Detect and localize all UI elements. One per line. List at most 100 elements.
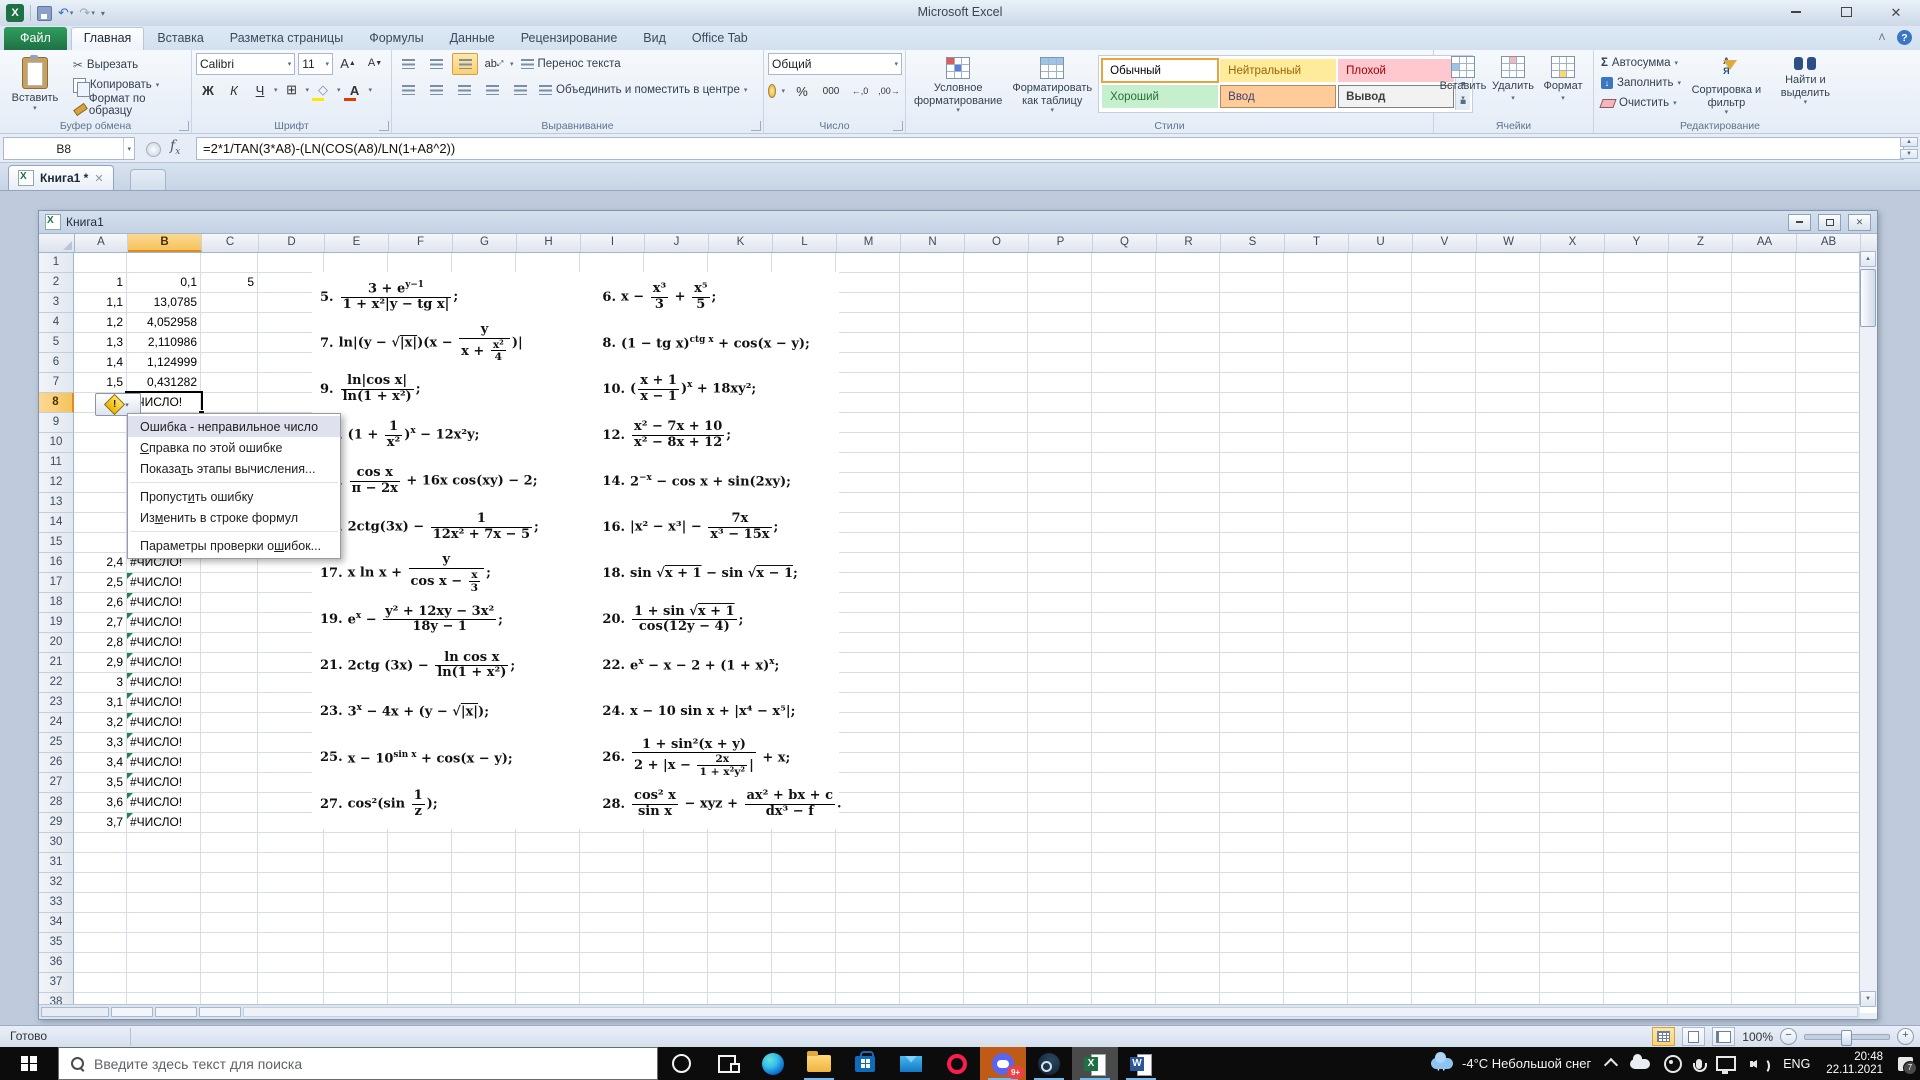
cell-N9[interactable] (900, 413, 964, 433)
language-indicator[interactable]: ENG (1775, 1057, 1818, 1071)
cell-C8[interactable] (201, 393, 258, 413)
cell-A17[interactable]: 2,5 (74, 573, 127, 593)
cell-R18[interactable] (1156, 593, 1220, 613)
cell-J34[interactable] (644, 913, 708, 933)
cell-Y14[interactable] (1604, 513, 1668, 533)
cell-R29[interactable] (1156, 813, 1220, 833)
cell-N26[interactable] (900, 753, 964, 773)
cell-Z37[interactable] (1668, 973, 1732, 993)
cell-Z6[interactable] (1668, 353, 1732, 373)
cell-B32[interactable] (127, 873, 201, 893)
clock[interactable]: 20:48 22.11.2021 (1818, 1051, 1891, 1077)
cell-H30[interactable] (516, 833, 580, 853)
cell-T10[interactable] (1284, 433, 1348, 453)
cell-N32[interactable] (900, 873, 964, 893)
cell-Y23[interactable] (1604, 693, 1668, 713)
vertical-scrollbar[interactable]: ▲ ▼ (1859, 251, 1877, 1007)
cell-U27[interactable] (1348, 773, 1412, 793)
cell-M12[interactable] (836, 473, 900, 493)
cell-N29[interactable] (900, 813, 964, 833)
cell-R10[interactable] (1156, 433, 1220, 453)
cell-K32[interactable] (708, 873, 772, 893)
cell-AB21[interactable] (1796, 653, 1860, 673)
cell-A1[interactable] (74, 253, 127, 273)
cell-Z32[interactable] (1668, 873, 1732, 893)
cell-S37[interactable] (1220, 973, 1284, 993)
taskbar-item-discord[interactable]: 9+ (980, 1047, 1026, 1080)
name-box[interactable]: B8 ▾ (3, 137, 135, 160)
cell-AB8[interactable] (1796, 393, 1860, 413)
cell-V20[interactable] (1412, 633, 1476, 653)
cell-A6[interactable]: 1,4 (74, 353, 127, 373)
cell-F32[interactable] (388, 873, 452, 893)
cell-T32[interactable] (1284, 873, 1348, 893)
cell-N8[interactable] (900, 393, 964, 413)
cell-E32[interactable] (324, 873, 388, 893)
cell-Q4[interactable] (1092, 313, 1156, 333)
tab-Формулы[interactable]: Формулы (356, 27, 436, 50)
cell-Z15[interactable] (1668, 533, 1732, 553)
cell-Y20[interactable] (1604, 633, 1668, 653)
cell-AB29[interactable] (1796, 813, 1860, 833)
cell-Q15[interactable] (1092, 533, 1156, 553)
cell-O3[interactable] (964, 293, 1028, 313)
cell-A9[interactable] (74, 413, 127, 433)
cell-N33[interactable] (900, 893, 964, 913)
row-header-15[interactable]: 15 (39, 533, 74, 553)
cell-AB22[interactable] (1796, 673, 1860, 693)
cell-X29[interactable] (1540, 813, 1604, 833)
weather-icon[interactable] (1424, 1047, 1460, 1080)
cell-X6[interactable] (1540, 353, 1604, 373)
cell-T16[interactable] (1284, 553, 1348, 573)
cell-X37[interactable] (1540, 973, 1604, 993)
cell-U26[interactable] (1348, 753, 1412, 773)
cell-C27[interactable] (201, 773, 258, 793)
cell-P16[interactable] (1028, 553, 1092, 573)
cell-AA25[interactable] (1732, 733, 1796, 753)
cell-V11[interactable] (1412, 453, 1476, 473)
cell-Y13[interactable] (1604, 493, 1668, 513)
cell-Q21[interactable] (1092, 653, 1156, 673)
cell-Q3[interactable] (1092, 293, 1156, 313)
cell-Y30[interactable] (1604, 833, 1668, 853)
cell-V14[interactable] (1412, 513, 1476, 533)
cell-R11[interactable] (1156, 453, 1220, 473)
cell-V6[interactable] (1412, 353, 1476, 373)
cell-AB23[interactable] (1796, 693, 1860, 713)
cell-A13[interactable] (74, 493, 127, 513)
cell-A16[interactable]: 2,4 (74, 553, 127, 573)
taskbar-search-input[interactable]: Введите здесь текст для поиска (58, 1047, 658, 1080)
cell-T27[interactable] (1284, 773, 1348, 793)
cell-T18[interactable] (1284, 593, 1348, 613)
cell-T14[interactable] (1284, 513, 1348, 533)
cell-W36[interactable] (1476, 953, 1540, 973)
page-layout-view-button[interactable] (1682, 1027, 1706, 1046)
cell-G33[interactable] (452, 893, 516, 913)
cell-O2[interactable] (964, 273, 1028, 293)
cell-O17[interactable] (964, 573, 1028, 593)
column-header-AB[interactable]: AB (1797, 234, 1861, 252)
cell-P15[interactable] (1028, 533, 1092, 553)
cell-V27[interactable] (1412, 773, 1476, 793)
column-header-W[interactable]: W (1477, 234, 1541, 252)
cell-F37[interactable] (388, 973, 452, 993)
cell-Q34[interactable] (1092, 913, 1156, 933)
cell-U30[interactable] (1348, 833, 1412, 853)
cell-X8[interactable] (1540, 393, 1604, 413)
sheet-tab[interactable] (111, 1007, 153, 1017)
format-as-table-button[interactable]: Форматировать как таблицу ▾ (1008, 53, 1096, 117)
cell-Y32[interactable] (1604, 873, 1668, 893)
merge-center-button[interactable]: Объединить и поместить в центре ▾ (536, 80, 750, 100)
cell-P32[interactable] (1028, 873, 1092, 893)
row-header-10[interactable]: 10 (39, 433, 74, 453)
cell-Z8[interactable] (1668, 393, 1732, 413)
select-all-corner[interactable] (39, 234, 75, 252)
cell-T26[interactable] (1284, 753, 1348, 773)
paste-button[interactable]: Вставить ▾ (4, 53, 66, 115)
normal-view-button[interactable] (1652, 1027, 1676, 1046)
cell-R4[interactable] (1156, 313, 1220, 333)
cell-O8[interactable] (964, 393, 1028, 413)
cell-X36[interactable] (1540, 953, 1604, 973)
error-menu-item[interactable]: Из м енить в строке формул (128, 507, 340, 528)
page-break-view-button[interactable] (1712, 1027, 1736, 1046)
